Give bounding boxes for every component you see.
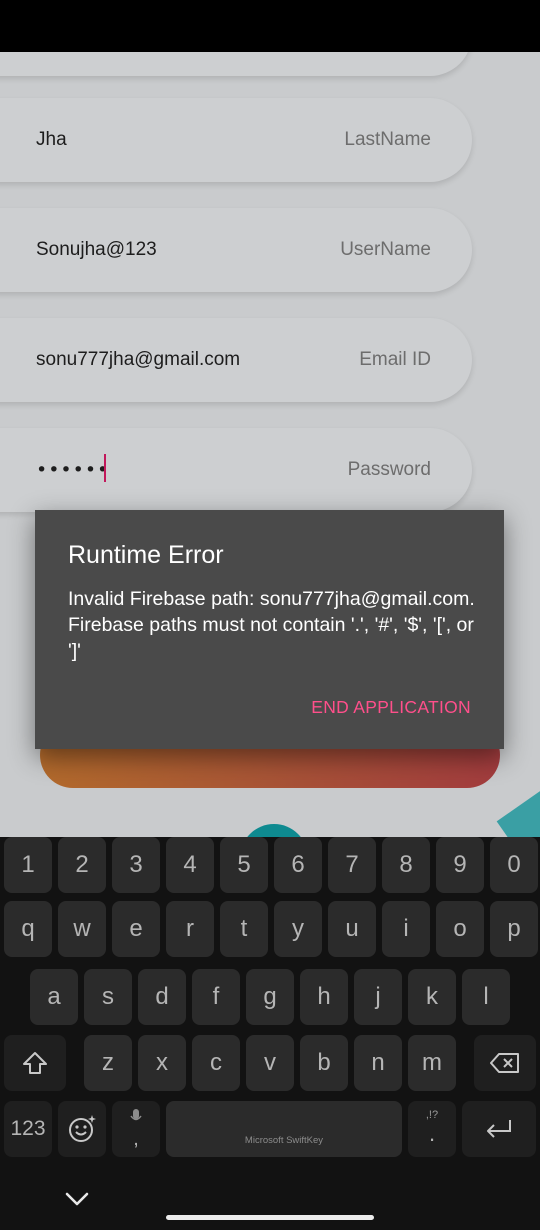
backspace-icon [490,1053,519,1073]
key-l[interactable]: l [462,969,510,1025]
period-key[interactable]: ,!? . [408,1101,456,1157]
enter-key[interactable] [462,1101,536,1157]
emoji-key[interactable] [58,1101,106,1157]
key-3[interactable]: 3 [112,837,160,893]
key-4[interactable]: 4 [166,837,214,893]
decorative-circle [240,824,308,837]
key-v[interactable]: v [246,1035,294,1091]
space-bar[interactable]: Microsoft SwiftKey [166,1101,402,1157]
key-0[interactable]: 0 [490,837,538,893]
key-k[interactable]: k [408,969,456,1025]
lastname-hint: LastName [344,129,431,150]
key-g[interactable]: g [246,969,294,1025]
key-j[interactable]: j [354,969,402,1025]
space-bar-label: Microsoft SwiftKey [244,1135,324,1146]
keyboard: 1 2 3 4 5 6 7 8 9 0 q w e r t y u i o p … [0,837,540,1230]
key-f[interactable]: f [192,969,240,1025]
key-6[interactable]: 6 [274,837,322,893]
key-c[interactable]: c [192,1035,240,1091]
dialog-title: Runtime Error [68,541,224,569]
username-hint: UserName [340,239,431,260]
comma-key[interactable]: , [112,1101,160,1157]
symbols-key[interactable]: 123 [4,1101,52,1157]
lastname-field[interactable]: Jha LastName [0,98,472,182]
key-9[interactable]: 9 [436,837,484,893]
key-2[interactable]: 2 [58,837,106,893]
key-t[interactable]: t [220,901,268,957]
key-n[interactable]: n [354,1035,402,1091]
key-d[interactable]: d [138,969,186,1025]
key-8[interactable]: 8 [382,837,430,893]
key-s[interactable]: s [84,969,132,1025]
key-y[interactable]: y [274,901,322,957]
username-field[interactable]: Sonujha@123 UserName [0,208,472,292]
key-q[interactable]: q [4,901,52,957]
key-b[interactable]: b [300,1035,348,1091]
period-hint: ,!? [425,1109,439,1121]
key-a[interactable]: a [30,969,78,1025]
key-i[interactable]: i [382,901,430,957]
key-z[interactable]: z [84,1035,132,1091]
key-5[interactable]: 5 [220,837,268,893]
username-value: Sonujha@123 [36,239,157,260]
email-hint: Email ID [359,349,431,370]
chevron-down-icon[interactable] [60,1184,94,1214]
password-field[interactable]: •••••• Password [0,428,472,512]
email-value: sonu777jha@gmail.com [36,349,241,370]
password-masked-value: •••••• [36,459,110,481]
backspace-key[interactable] [474,1035,536,1091]
previous-field[interactable] [0,52,472,76]
key-w[interactable]: w [58,901,106,957]
decorative-stripe [496,769,540,837]
key-p[interactable]: p [490,901,538,957]
shift-key[interactable] [4,1035,66,1091]
email-field[interactable]: sonu777jha@gmail.com Email ID [0,318,472,402]
dialog-message: Invalid Firebase path: sonu777jha@gmail.… [68,588,475,662]
text-cursor [104,454,106,482]
enter-icon [487,1120,511,1138]
key-u[interactable]: u [328,901,376,957]
end-application-button[interactable]: END APPLICATION [311,697,471,718]
microphone-icon [130,1109,142,1121]
key-o[interactable]: o [436,901,484,957]
phone-screen: Jha LastName Sonujha@123 UserName sonu77… [0,0,540,1230]
status-bar [0,0,540,52]
key-x[interactable]: x [138,1035,186,1091]
key-m[interactable]: m [408,1035,456,1091]
key-h[interactable]: h [300,969,348,1025]
shift-icon [23,1052,47,1074]
home-indicator[interactable] [166,1215,374,1220]
runtime-error-dialog: Runtime Error Invalid Firebase path: son… [35,510,504,749]
comma-label: , [133,1128,139,1150]
emoji-icon [69,1115,96,1142]
key-7[interactable]: 7 [328,837,376,893]
password-hint: Password [347,459,431,480]
lastname-value: Jha [36,129,67,150]
key-1[interactable]: 1 [4,837,52,893]
period-label: . [428,1121,436,1146]
key-e[interactable]: e [112,901,160,957]
navigation-bar [0,1167,540,1230]
key-r[interactable]: r [166,901,214,957]
